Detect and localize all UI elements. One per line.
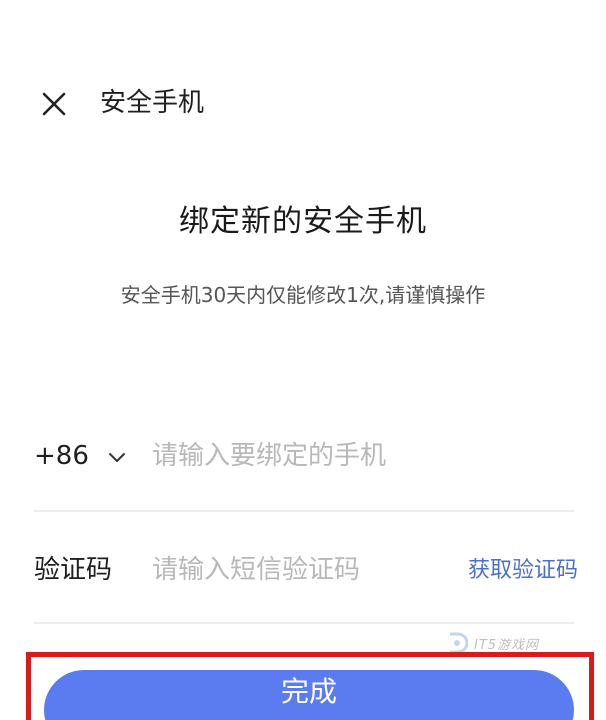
phone-field-row: +86 (34, 428, 574, 484)
highlight-box (26, 652, 594, 720)
verification-code-input[interactable] (152, 548, 442, 592)
country-code-selector[interactable]: +86 (34, 436, 89, 476)
bind-phone-screen: 安全手机 绑定新的安全手机 安全手机30天内仅能修改1次,请谨慎操作 +86 验… (0, 0, 606, 720)
divider (34, 510, 574, 512)
close-icon (42, 92, 66, 116)
divider (34, 622, 574, 624)
verification-code-label: 验证码 (34, 555, 113, 585)
watermark-text: IT5游戏网 (474, 637, 540, 653)
country-code-dropdown[interactable] (106, 446, 128, 468)
top-bar: 安全手机 (0, 70, 606, 134)
get-code-button[interactable]: 获取验证码 (468, 554, 578, 588)
page-title: 安全手机 (100, 88, 205, 118)
chevron-down-icon (109, 453, 125, 462)
close-button[interactable] (34, 84, 74, 124)
verification-field-row: 验证码 获取验证码 (34, 542, 578, 598)
phone-number-input[interactable] (152, 434, 552, 478)
section-hint: 安全手机30天内仅能修改1次,请谨慎操作 (120, 283, 486, 307)
section-heading: 绑定新的安全手机 (179, 204, 427, 239)
